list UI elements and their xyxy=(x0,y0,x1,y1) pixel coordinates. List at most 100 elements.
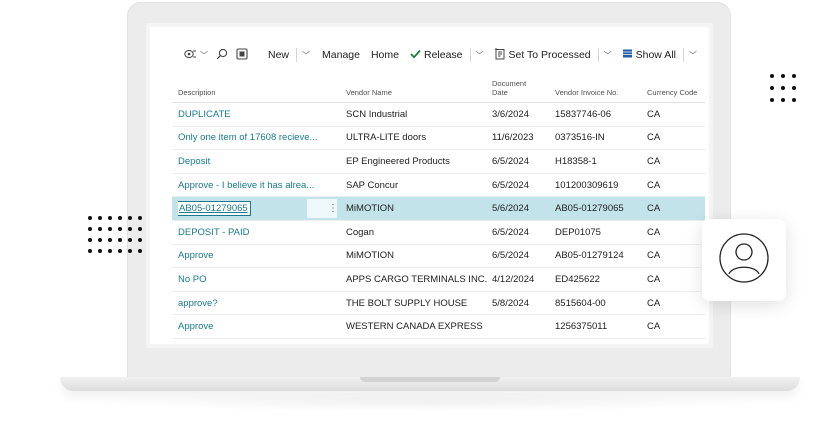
row-actions-icon[interactable]: ⋮ xyxy=(328,197,338,220)
vendor-invoice-cell: AB05-01279124 xyxy=(555,250,624,262)
vendor-name-cell: ULTRA-LITE doors xyxy=(346,132,427,144)
currency-code-cell: CA xyxy=(647,226,661,238)
description-cell[interactable]: Approve - I believe it has alrea... xyxy=(178,174,328,197)
table-view-icon xyxy=(236,47,248,63)
description-cell[interactable]: approve? xyxy=(178,292,328,315)
currency-code-cell: CA xyxy=(647,179,661,191)
vendor-invoice-cell: DEP01075 xyxy=(555,226,601,238)
manage-menu-button[interactable]: Manage xyxy=(318,45,364,65)
laptop-screen: ﹀ New ﹀ Manage Home Release ﹀ Set To Pro… xyxy=(146,23,713,348)
search-button[interactable] xyxy=(212,45,232,65)
vendor-invoice-cell: ED425622 xyxy=(555,273,600,285)
vendor-invoice-cell: 15837746-06 xyxy=(555,108,611,120)
search-icon xyxy=(216,48,228,63)
document-date-cell: 6/5/2024 xyxy=(492,155,529,167)
release-label: Release xyxy=(423,49,463,61)
currency-code-cell: CA xyxy=(647,250,661,262)
split-divider xyxy=(469,48,471,62)
table-row-selected[interactable]: AB05-01279065 ⋮ MiMOTION 5/6/2024 AB05-0… xyxy=(172,197,705,221)
vendor-invoice-cell: 1256375011 xyxy=(555,321,608,333)
set-to-processed-label: Set To Processed xyxy=(508,49,591,61)
table-row[interactable]: Approve WESTERN CANADA EXPRESS 125637501… xyxy=(172,315,705,339)
purchase-invoices-table: Description Vendor Name Document Date Ve… xyxy=(172,73,705,339)
column-header-vendor-invoice-no[interactable]: Vendor Invoice No. xyxy=(555,88,618,97)
document-date-cell: 3/6/2024 xyxy=(492,108,529,120)
column-header-currency-code[interactable]: Currency Code xyxy=(647,88,697,97)
new-button[interactable]: New ﹀ xyxy=(264,45,314,65)
vendor-name-cell: MiMOTION xyxy=(346,250,395,262)
description-cell[interactable]: Approve xyxy=(178,315,328,338)
document-date-cell: 6/5/2024 xyxy=(492,250,529,262)
table-row[interactable]: No PO APPS CARGO TERMINALS INC. 4/12/202… xyxy=(172,268,705,292)
document-date-cell: 6/5/2024 xyxy=(492,179,529,191)
column-header-vendor-name[interactable]: Vendor Name xyxy=(346,88,392,97)
new-button-label: New xyxy=(268,49,290,61)
currency-code-cell: CA xyxy=(647,155,661,167)
vendor-invoice-cell: 101200309619 xyxy=(555,179,619,191)
document-date-header-line1: Document xyxy=(492,79,527,88)
open-in-excel-button[interactable] xyxy=(232,45,252,65)
table-row[interactable]: approve? THE BOLT SUPPLY HOUSE 5/8/2024 … xyxy=(172,292,705,316)
table-row[interactable]: Approve - I believe it has alrea... SAP … xyxy=(172,174,705,198)
chevron-down-icon[interactable]: ﹀ xyxy=(604,50,612,61)
vendor-name-cell: THE BOLT SUPPLY HOUSE xyxy=(346,297,468,309)
description-cell[interactable]: Approve xyxy=(178,245,328,268)
currency-code-cell: CA xyxy=(647,108,661,120)
processed-document-icon xyxy=(494,48,506,63)
description-cell[interactable]: DEPOSIT - PAID xyxy=(178,221,328,244)
table-row[interactable]: Approve MiMOTION 6/5/2024 AB05-01279124 … xyxy=(172,245,705,269)
laptop-notch xyxy=(360,377,500,382)
purchase-invoice-list-page: ﹀ New ﹀ Manage Home Release ﹀ Set To Pro… xyxy=(150,27,709,344)
vendor-invoice-cell: AB05-01279065 xyxy=(555,203,624,215)
action-bar: ﹀ New ﹀ Manage Home Release ﹀ Set To Pro… xyxy=(180,42,703,68)
document-date-cell: 5/6/2024 xyxy=(492,203,529,215)
table-header: Description Vendor Name Document Date Ve… xyxy=(172,73,705,103)
table-row[interactable]: Deposit EP Engineered Products 6/5/2024 … xyxy=(172,150,705,174)
user-avatar-card[interactable] xyxy=(702,219,786,301)
split-divider xyxy=(597,48,599,62)
description-cell[interactable]: No PO xyxy=(178,268,328,291)
vendor-name-cell: Cogan xyxy=(346,226,374,238)
document-date-cell: 11/6/2023 xyxy=(492,132,534,144)
table-row[interactable]: DEPOSIT - PAID Cogan 6/5/2024 DEP01075 C… xyxy=(172,221,705,245)
currency-code-cell: CA xyxy=(647,132,661,144)
vendor-invoice-cell: H18358-1 xyxy=(555,155,597,167)
vendor-invoice-cell: 0373516-IN xyxy=(555,132,605,144)
chevron-down-icon[interactable]: ﹀ xyxy=(476,50,484,61)
description-cell[interactable]: Deposit xyxy=(178,150,328,173)
home-label: Home xyxy=(370,49,399,61)
description-cell[interactable]: AB05-01279065 xyxy=(178,197,328,220)
column-header-description[interactable]: Description xyxy=(178,88,216,97)
chevron-down-icon[interactable]: ﹀ xyxy=(302,50,310,61)
description-cell-focused[interactable]: AB05-01279065 xyxy=(178,201,251,217)
split-divider xyxy=(682,48,684,62)
description-cell[interactable]: DUPLICATE xyxy=(178,103,328,126)
manage-label: Manage xyxy=(322,49,360,61)
document-date-cell: 4/12/2024 xyxy=(492,273,535,285)
checkmark-icon xyxy=(410,49,421,62)
show-all-button[interactable]: Show All ﹀ xyxy=(618,45,701,65)
column-header-document-date[interactable]: Document Date xyxy=(492,79,526,97)
set-to-processed-button[interactable]: Set To Processed ﹀ xyxy=(490,45,616,65)
description-cell[interactable]: Only one item of 17608 recieve... xyxy=(178,127,328,150)
currency-code-cell: CA xyxy=(647,273,661,285)
laptop-shadow xyxy=(90,392,770,412)
release-button[interactable]: Release ﹀ xyxy=(406,45,488,65)
user-profile-icon xyxy=(718,232,770,289)
vendor-name-cell: APPS CARGO TERMINALS INC. xyxy=(346,273,488,285)
document-date-cell: 5/8/2024 xyxy=(492,297,529,309)
home-menu-button[interactable]: Home xyxy=(367,45,403,65)
document-date-cell: 6/5/2024 xyxy=(492,226,529,238)
vendor-name-cell: SCN Industrial xyxy=(346,108,408,120)
document-date-cell xyxy=(492,315,552,338)
table-row[interactable]: Only one item of 17608 recieve... ULTRA-… xyxy=(172,127,705,151)
decorative-dot-grid xyxy=(88,216,142,253)
decorative-dot-grid xyxy=(770,74,796,102)
vendor-name-cell: SAP Concur xyxy=(346,179,399,191)
table-row[interactable]: DUPLICATE SCN Industrial 3/6/2024 158377… xyxy=(172,103,705,127)
show-all-label: Show All xyxy=(635,49,676,61)
vendor-name-cell: EP Engineered Products xyxy=(346,155,450,167)
views-icon xyxy=(184,48,197,63)
chevron-down-icon[interactable]: ﹀ xyxy=(689,50,697,61)
view-options-button[interactable]: ﹀ xyxy=(180,45,212,65)
